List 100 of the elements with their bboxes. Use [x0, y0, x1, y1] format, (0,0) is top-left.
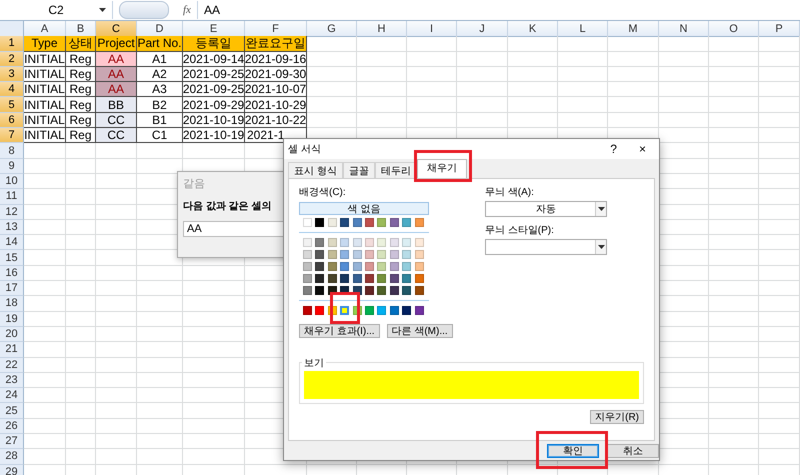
row-header[interactable]: 15 — [0, 250, 24, 266]
table-cell: B2 — [137, 97, 183, 113]
column-header[interactable]: C — [96, 21, 137, 37]
table-cell — [66, 326, 96, 342]
row-header[interactable]: 11 — [0, 189, 24, 205]
resize-handle[interactable] — [119, 1, 169, 19]
table-cell — [659, 82, 709, 98]
column-header[interactable]: I — [407, 21, 457, 37]
table-cell — [709, 449, 759, 465]
row-header[interactable]: 7 — [0, 128, 24, 144]
color-swatch[interactable] — [340, 306, 350, 315]
row-header[interactable]: 25 — [0, 403, 24, 419]
column-header[interactable]: D — [137, 21, 183, 37]
table-cell — [24, 312, 66, 327]
column-header[interactable]: P — [759, 21, 800, 37]
column-header[interactable]: H — [357, 21, 407, 37]
table-cell: 2021-09-16 — [245, 52, 307, 67]
row-header[interactable]: 21 — [0, 342, 24, 358]
row-header[interactable]: 23 — [0, 372, 24, 388]
row-header[interactable]: 26 — [0, 418, 24, 434]
table-cell: 2021-10-19 — [183, 128, 245, 144]
row-header[interactable]: 12 — [0, 204, 24, 220]
row-header[interactable]: 6 — [0, 112, 24, 128]
column-header[interactable]: J — [457, 21, 508, 37]
row-header[interactable]: 28 — [0, 449, 24, 465]
row-header[interactable]: 14 — [0, 235, 24, 250]
table-cell — [759, 296, 800, 312]
column-header[interactable]: G — [307, 21, 357, 37]
table-cell — [759, 434, 800, 450]
table-cell — [66, 342, 96, 358]
row-header[interactable]: 5 — [0, 97, 24, 113]
row-header[interactable]: 22 — [0, 358, 24, 373]
table-cell — [96, 204, 137, 220]
row-header[interactable]: 9 — [0, 158, 24, 174]
ok-button[interactable]: 확인 — [547, 444, 599, 458]
dropdown-button[interactable] — [595, 240, 606, 254]
row-header[interactable]: 1 — [0, 36, 24, 52]
column-header[interactable]: E — [183, 21, 245, 37]
table-cell — [357, 52, 407, 67]
row-header[interactable]: 24 — [0, 388, 24, 404]
dropdown-button[interactable] — [595, 202, 606, 216]
table-cell: Part No. — [137, 36, 183, 52]
tab[interactable]: 글꼴 — [342, 162, 375, 178]
column-header[interactable]: N — [659, 21, 709, 37]
row-header[interactable]: 29 — [0, 464, 24, 475]
row-header[interactable]: 2 — [0, 52, 24, 67]
more-colors-button[interactable]: 다른 색(M)... — [386, 324, 453, 338]
tab[interactable]: 테두리 — [374, 162, 417, 178]
table-cell — [66, 189, 96, 205]
row-header[interactable]: 10 — [0, 174, 24, 190]
table-cell — [709, 235, 759, 250]
row-header[interactable]: 8 — [0, 143, 24, 159]
column-header[interactable]: B — [66, 21, 96, 37]
fill-effects-button[interactable]: 채우기 효과(I)... — [299, 324, 380, 338]
table-cell — [307, 82, 357, 98]
row-header[interactable]: 3 — [0, 66, 24, 82]
column-header[interactable]: M — [608, 21, 659, 37]
row-header[interactable]: 19 — [0, 312, 24, 327]
row-header[interactable]: 17 — [0, 281, 24, 296]
help-button[interactable]: ? — [601, 142, 626, 156]
cancel-button[interactable]: 취소 — [607, 444, 659, 458]
table-cell — [709, 326, 759, 342]
row-header[interactable]: 4 — [0, 82, 24, 98]
row-header[interactable]: 18 — [0, 296, 24, 312]
function-button[interactable]: fx — [181, 4, 193, 16]
table-cell: C1 — [137, 128, 183, 144]
table-cell — [137, 143, 183, 159]
no-color-button[interactable]: 색 없음 — [299, 202, 429, 215]
row-header[interactable]: 16 — [0, 266, 24, 282]
row-header[interactable]: 27 — [0, 434, 24, 450]
tab[interactable]: 표시 형식 — [288, 162, 343, 178]
clear-button[interactable]: 지우기(R) — [590, 410, 644, 424]
name-box[interactable]: C2 — [0, 1, 113, 19]
table-cell — [137, 449, 183, 465]
row-header[interactable]: 13 — [0, 220, 24, 236]
table-cell: 2021-10-19 — [183, 112, 245, 128]
table-cell: CC — [96, 112, 137, 128]
table-cell: Reg — [66, 97, 96, 113]
table-cell — [407, 52, 457, 67]
table-cell — [96, 281, 137, 296]
pattern-color-select[interactable]: 자동 — [485, 201, 607, 217]
table-cell — [709, 296, 759, 312]
table-cell — [24, 418, 66, 434]
table-cell — [137, 372, 183, 388]
row-header[interactable]: 20 — [0, 326, 24, 342]
table-cell: INITIAL — [24, 97, 66, 113]
column-header[interactable]: A — [24, 21, 66, 37]
table-cell — [66, 143, 96, 159]
table-cell — [709, 36, 759, 52]
table-cell — [24, 342, 66, 358]
close-button[interactable]: × — [630, 142, 655, 156]
table-cell: INITIAL — [24, 128, 66, 144]
column-header[interactable]: K — [508, 21, 558, 37]
table-cell — [709, 66, 759, 82]
formula-field[interactable]: AA — [196, 1, 800, 19]
table-cell: 2021-09-29 — [183, 97, 245, 113]
column-header[interactable]: L — [558, 21, 608, 37]
tab[interactable]: 채우기 — [416, 159, 467, 178]
column-header[interactable]: F — [245, 21, 307, 37]
column-header[interactable]: O — [709, 21, 759, 37]
